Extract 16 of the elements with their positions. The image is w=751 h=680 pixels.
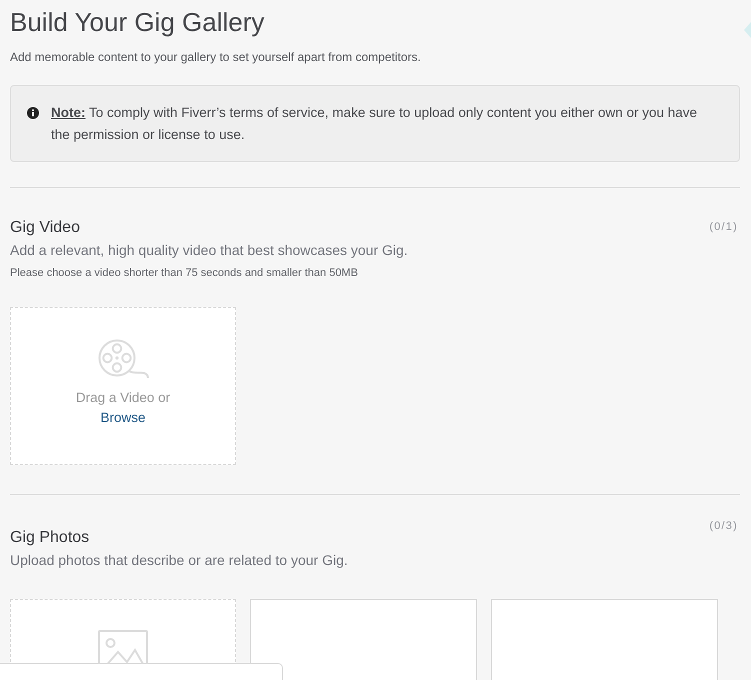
page-title: Build Your Gig Gallery bbox=[10, 6, 266, 38]
section-description: Add a relevant, high quality video that best showcases your Gig. bbox=[10, 241, 409, 260]
upload-hint: Please choose a video shorter than 75 seconds and smaller than 50MB bbox=[10, 266, 359, 281]
section-description: Upload photos that describe or are related to your Gig. bbox=[10, 551, 349, 570]
note-text: Note: To comply with Fiverr’s terms of service, make sure to upload only content you either own or you have the permission or license to use. bbox=[51, 104, 698, 144]
section-heading: Gig Video bbox=[10, 218, 80, 238]
drag-prompt: Drag a Video or bbox=[76, 389, 170, 407]
film-reel-icon bbox=[98, 339, 150, 379]
section-heading: Gig Photos bbox=[10, 528, 90, 548]
page-subtitle: Add memorable content to your gallery to set yourself apart from competitors. bbox=[10, 49, 422, 66]
pointer-triangle-icon bbox=[744, 22, 751, 38]
upload-count: (0/3) bbox=[709, 519, 738, 534]
info-icon bbox=[27, 107, 39, 119]
browse-link[interactable]: Browse bbox=[100, 408, 146, 428]
upload-count: (0/1) bbox=[709, 220, 738, 235]
upload-dropzone[interactable]: Drag a Video or Browse bbox=[10, 307, 236, 465]
